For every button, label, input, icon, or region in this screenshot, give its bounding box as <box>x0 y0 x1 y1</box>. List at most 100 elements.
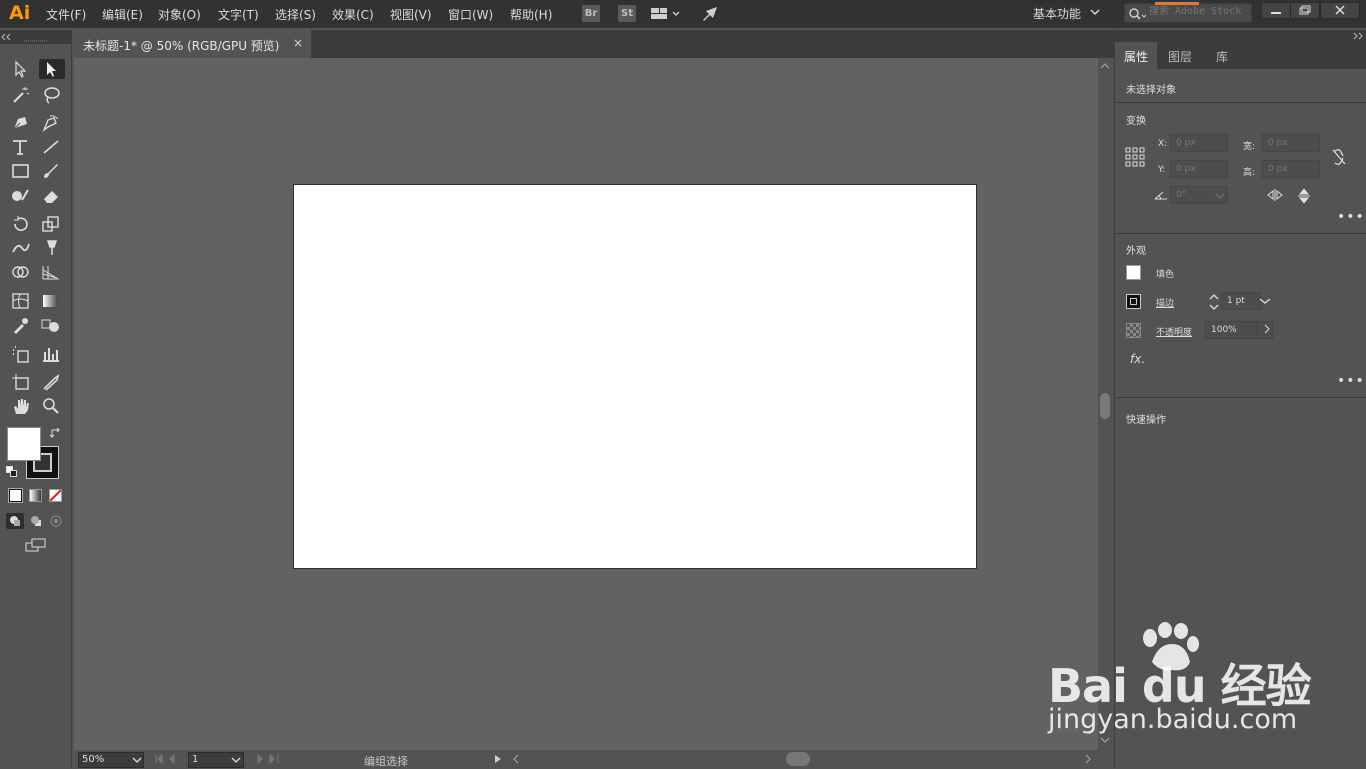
rectangle-tool-icon[interactable] <box>10 161 32 181</box>
default-fill-stroke-icon[interactable] <box>6 466 18 478</box>
warp-tool-icon[interactable] <box>10 238 32 258</box>
change-screen-mode-icon[interactable] <box>25 537 47 553</box>
gradient-tool-icon[interactable] <box>40 291 62 311</box>
shaper-tool-icon[interactable] <box>10 186 32 206</box>
zoom-tool-icon[interactable] <box>40 396 62 416</box>
tab-properties[interactable]: 属性 <box>1115 42 1158 69</box>
paintbrush-tool-icon[interactable] <box>40 161 62 181</box>
eyedropper-tool-icon[interactable] <box>10 315 32 335</box>
opacity-link[interactable]: 不透明度 <box>1156 325 1192 338</box>
color-mode-icon[interactable] <box>8 488 23 503</box>
artboard-nav-prev-icons[interactable] <box>154 754 186 764</box>
minimize-button[interactable] <box>1261 2 1291 19</box>
width-field[interactable]: 0 px <box>1262 134 1320 152</box>
blend-tool-icon[interactable] <box>40 315 62 335</box>
stroke-swatch[interactable] <box>1126 294 1141 309</box>
horizontal-scroll-thumb[interactable] <box>786 752 810 766</box>
eraser-tool-icon[interactable] <box>40 186 62 206</box>
close-tab-icon[interactable]: × <box>293 36 303 50</box>
chevron-down-icon[interactable] <box>1090 7 1100 17</box>
tab-layers[interactable]: 图层 <box>1159 42 1201 69</box>
vertical-scroll-thumb[interactable] <box>1100 393 1110 419</box>
menu-window[interactable]: 窗口(W) <box>448 6 493 23</box>
menu-file[interactable]: 文件(F) <box>46 6 86 23</box>
search-input[interactable] <box>1149 6 1249 17</box>
collapse-panel-icon[interactable] <box>1351 31 1365 41</box>
scroll-left-icon[interactable] <box>512 754 520 764</box>
gpu-performance-icon[interactable] <box>700 5 720 23</box>
stroke-weight-field[interactable]: 1 pt <box>1221 292 1261 310</box>
scale-tool-icon[interactable] <box>40 214 62 234</box>
y-field[interactable]: 0 px <box>1170 160 1228 178</box>
vertical-scrollbar[interactable] <box>1098 58 1112 750</box>
canvas-area[interactable] <box>74 58 1098 750</box>
document-tab[interactable]: 未标题-1* @ 50% (RGB/GPU 预览) × <box>74 30 311 58</box>
panel-dock-header[interactable] <box>1115 30 1366 42</box>
restore-button[interactable] <box>1290 2 1320 19</box>
status-menu-icon[interactable] <box>494 754 502 764</box>
scroll-down-icon[interactable] <box>1100 736 1110 744</box>
close-window-button[interactable] <box>1320 2 1360 19</box>
fill-color-swatch[interactable] <box>7 427 41 461</box>
more-options-icon[interactable]: ••• <box>1337 373 1365 389</box>
arrange-documents-icon[interactable] <box>650 6 680 22</box>
menu-effect[interactable]: 效果(C) <box>332 6 374 23</box>
constrain-proportions-icon[interactable] <box>1331 148 1347 166</box>
line-segment-tool-icon[interactable] <box>40 137 62 157</box>
perspective-grid-tool-icon[interactable] <box>40 262 62 282</box>
opacity-arrow-button[interactable] <box>1257 321 1273 339</box>
zoom-dropdown-icon[interactable] <box>132 756 142 764</box>
column-graph-tool-icon[interactable] <box>40 344 62 364</box>
bridge-button[interactable]: Br <box>582 5 600 22</box>
direct-selection-tool-icon[interactable] <box>39 59 65 79</box>
draw-normal-icon[interactable] <box>6 513 24 529</box>
reference-point-icon[interactable] <box>1125 147 1145 167</box>
menu-object[interactable]: 对象(O) <box>158 6 201 23</box>
stroke-link[interactable]: 描边 <box>1156 296 1174 309</box>
scroll-right-icon[interactable] <box>1084 754 1092 764</box>
flip-horizontal-icon[interactable] <box>1267 188 1283 202</box>
artboard-nav-next-icons[interactable] <box>254 754 284 764</box>
artboard[interactable] <box>293 184 977 569</box>
workspace-switcher[interactable]: 基本功能 <box>1033 5 1081 22</box>
scroll-up-icon[interactable] <box>1100 62 1110 70</box>
height-field[interactable]: 0 px <box>1262 160 1320 178</box>
stroke-weight-dropdown-icon[interactable] <box>1259 297 1271 305</box>
mesh-tool-icon[interactable] <box>10 291 32 311</box>
selection-tool-icon[interactable] <box>10 59 32 79</box>
menu-view[interactable]: 视图(V) <box>390 6 432 23</box>
swap-fill-stroke-icon[interactable] <box>49 426 63 440</box>
opacity-field[interactable]: 100% <box>1205 321 1257 339</box>
menu-edit[interactable]: 编辑(E) <box>102 6 143 23</box>
none-mode-icon[interactable] <box>49 489 62 502</box>
symbol-sprayer-tool-icon[interactable] <box>10 344 32 364</box>
menu-help[interactable]: 帮助(H) <box>510 6 552 23</box>
shape-builder-tool-icon[interactable] <box>10 262 32 282</box>
tab-libraries[interactable]: 库 <box>1207 42 1237 69</box>
artboard-dropdown-icon[interactable] <box>231 756 241 764</box>
flip-vertical-icon[interactable] <box>1297 188 1311 204</box>
stock-search-box[interactable] <box>1124 3 1252 23</box>
type-tool-icon[interactable] <box>10 137 32 157</box>
artboard-tool-icon[interactable] <box>10 372 32 392</box>
x-field[interactable]: 0 px <box>1170 134 1228 152</box>
stock-button[interactable]: St <box>618 5 636 22</box>
more-options-icon[interactable]: ••• <box>1337 209 1365 225</box>
menu-type[interactable]: 文字(T) <box>218 6 259 23</box>
tools-panel-header[interactable] <box>0 30 72 44</box>
effects-fx-button[interactable]: fx. <box>1130 352 1145 366</box>
draw-inside-icon[interactable] <box>48 513 64 529</box>
pen-tool-icon[interactable] <box>10 113 32 133</box>
slice-tool-icon[interactable] <box>40 372 62 392</box>
rotation-dropdown-icon[interactable] <box>1215 192 1225 200</box>
fill-swatch[interactable] <box>1126 265 1141 280</box>
lasso-tool-icon[interactable] <box>40 85 62 105</box>
rotate-tool-icon[interactable] <box>10 214 32 234</box>
puppet-warp-tool-icon[interactable] <box>40 238 62 258</box>
curvature-tool-icon[interactable] <box>40 113 62 133</box>
draw-behind-icon[interactable] <box>28 513 44 529</box>
gradient-mode-icon[interactable] <box>29 489 42 502</box>
magic-wand-tool-icon[interactable] <box>10 85 32 105</box>
hand-tool-icon[interactable] <box>10 396 32 416</box>
menu-select[interactable]: 选择(S) <box>275 6 316 23</box>
